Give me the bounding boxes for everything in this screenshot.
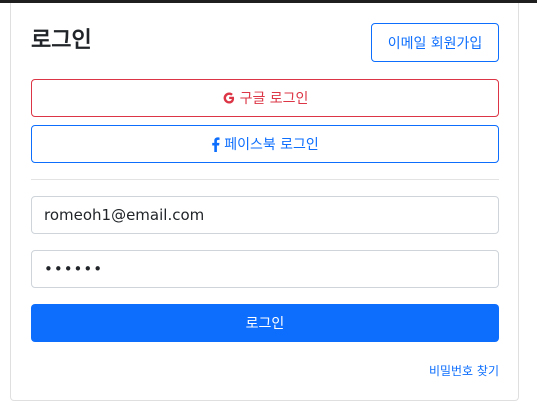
divider [31, 179, 499, 180]
email-signup-button[interactable]: 이메일 회원가입 [371, 23, 499, 62]
forgot-password-link[interactable]: 비밀번호 찾기 [429, 362, 499, 379]
facebook-login-label: 페이스북 로그인 [224, 137, 319, 153]
google-login-label: 구글 로그인 [239, 91, 309, 107]
google-login-button[interactable]: 구글 로그인 [31, 79, 499, 117]
email-field[interactable] [31, 196, 499, 234]
password-field[interactable] [31, 250, 499, 288]
facebook-login-button[interactable]: 페이스북 로그인 [31, 125, 499, 163]
google-icon [222, 91, 236, 105]
login-button[interactable]: 로그인 [31, 304, 499, 342]
page-title: 로그인 [31, 28, 92, 53]
facebook-icon [211, 136, 220, 152]
